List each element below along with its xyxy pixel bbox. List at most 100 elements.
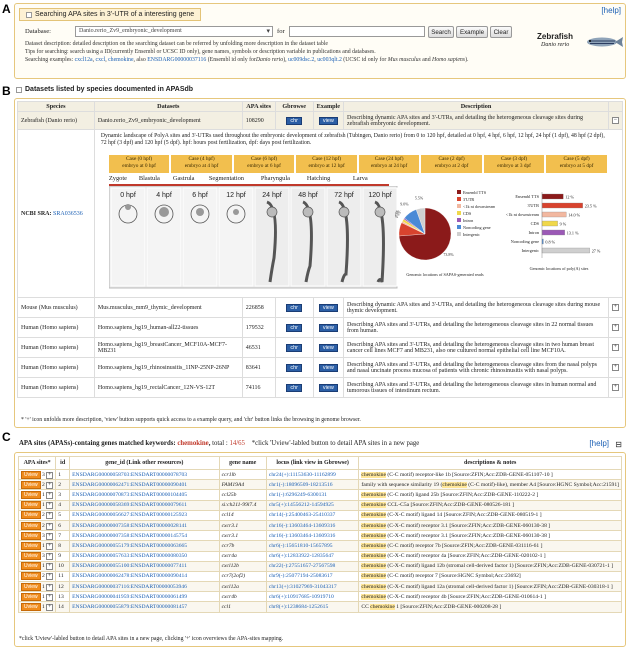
case-cell[interactable]: Case (12 hpf) embryo at 12 hpf [296, 155, 357, 173]
gene-id-link[interactable]: ENSDARG00000062478:ENSDART00000090414 [72, 573, 187, 579]
gene-id-link[interactable]: ENSDARG00000056627:ENSDART00000125923 [72, 512, 187, 518]
locus-link[interactable]: chr13(+):31027969-31043317 [269, 584, 337, 590]
uview-button[interactable]: Uview [21, 552, 41, 561]
example-link-cxcl[interactable]: cxcl [96, 57, 106, 63]
locus-link[interactable]: chr1(-):6296249-6300131 [269, 492, 327, 498]
uview-button[interactable]: Uview [21, 572, 41, 581]
expand-icon[interactable]: + [46, 532, 54, 540]
expand-icon[interactable]: + [611, 324, 619, 331]
expand-icon[interactable]: + [46, 563, 54, 571]
gene-id-link[interactable]: ENSDARG00000058703:ENSDART00000078703 [72, 472, 187, 478]
case-cell[interactable]: Case (6 hpf) embryo at 6 hpf [233, 155, 295, 173]
collapse-icon[interactable]: − [611, 117, 619, 124]
expand-icon[interactable]: + [611, 344, 619, 351]
zebrafish-logo: Zebrafish Danio rerio [535, 26, 623, 56]
uview-button[interactable]: Uview [21, 541, 41, 550]
locus-link[interactable]: chr16(-):13603464-13609316 [269, 523, 336, 529]
clear-button[interactable]: Clear [490, 26, 512, 38]
help-link[interactable]: [help] [601, 6, 621, 15]
expand-icon[interactable]: + [46, 593, 54, 601]
locus-link[interactable]: chr16(-):13603464-13609316 [269, 533, 336, 539]
locus-link[interactable]: chr8(+):1238684-1252615 [269, 604, 328, 610]
chr-button[interactable]: chr [286, 116, 302, 125]
uview-button[interactable]: Uview [21, 521, 41, 530]
example-button[interactable]: Example [456, 26, 488, 38]
locus-link[interactable]: chr6(+):12833922-12835647 [269, 553, 334, 559]
chr-button[interactable]: chr [286, 303, 302, 312]
expand-icon[interactable]: + [46, 553, 54, 561]
case-cell[interactable]: Case (2 dpf) embryo at 2 dpf [421, 155, 482, 173]
locus-link[interactable]: chr22(-):27551657-27567598 [269, 563, 336, 569]
locus-link[interactable]: chr6(+):10917685-10919710 [269, 594, 334, 600]
uview-button[interactable]: Uview [21, 511, 41, 520]
locus-link[interactable]: chr14(-):25400463-25410337 [269, 512, 336, 518]
gene-id-link[interactable]: ENSDARG00000007358:ENSDART00000145754 [72, 533, 187, 539]
view-button[interactable]: view [318, 363, 338, 372]
gene-name-cell: cxcr4a [218, 550, 267, 562]
search-input[interactable] [289, 26, 425, 37]
gene-id-link[interactable]: ENSDARG00000055879:ENSDART00000081457 [72, 604, 187, 610]
locus-link[interactable]: chr5(+):14556212-14594925 [269, 502, 334, 508]
expand-icon[interactable]: + [46, 583, 54, 591]
view-button[interactable]: view [318, 323, 338, 332]
gene-id-link[interactable]: ENSDARG00000037116:ENSDART00000053946 [72, 584, 187, 590]
example-link-chemokine[interactable]: chemokine [108, 57, 133, 63]
expand-icon[interactable]: + [46, 481, 54, 489]
expand-icon[interactable]: + [46, 522, 54, 530]
expand-icon[interactable]: + [46, 573, 54, 581]
gene-id-link[interactable]: ENSDARG00000007358:ENSDART00000028141 [72, 523, 187, 529]
example-link-cxcl12a[interactable]: cxcl12a [75, 57, 93, 63]
gene-id-link[interactable]: ENSDARG00000062471:ENSDART00000090401 [72, 482, 187, 488]
chr-button[interactable]: chr [286, 323, 302, 332]
collapse-panel-icon[interactable]: ⊟ [615, 440, 622, 449]
view-button[interactable]: view [318, 383, 338, 392]
results-help-link[interactable]: [help] [589, 439, 609, 448]
expand-icon[interactable]: + [46, 542, 54, 550]
uview-button[interactable]: Uview [21, 501, 41, 510]
example-link-uc003qlt[interactable]: uc003qlt.2 [317, 57, 342, 63]
case-cell[interactable]: Case (0 hpf) embryo at 0 hpf [108, 155, 170, 173]
uview-button[interactable]: Uview [21, 480, 41, 489]
expand-icon[interactable]: + [46, 502, 54, 510]
example-link-uc009dsc[interactable]: uc009dsc.2 [288, 57, 314, 63]
database-select[interactable]: Danio.rerio_Zv9_embryonic_development ▾ [75, 26, 273, 37]
search-button[interactable]: Search [428, 26, 454, 38]
uview-button[interactable]: Uview [21, 592, 41, 601]
gene-id-link[interactable]: ENSDARG00000041959:ENSDART00000061499 [72, 594, 187, 600]
expand-icon[interactable]: + [611, 384, 619, 391]
uview-button[interactable]: Uview [21, 531, 41, 540]
uview-button[interactable]: Uview [21, 603, 41, 612]
expand-icon[interactable]: + [46, 604, 54, 612]
chr-button[interactable]: chr [286, 363, 302, 372]
example-link-ensdarg[interactable]: ENSDARG00000037116 [147, 57, 206, 63]
locus-link[interactable]: chr9(-):25077194-25083617 [269, 573, 333, 579]
gene-id-link[interactable]: ENSDARG00000055179:ENSDART00000063665 [72, 543, 187, 549]
gene-id-link[interactable]: ENSDARG00000057633:ENSDART00000080350 [72, 553, 187, 559]
gene-id-link[interactable]: ENSDARG00000055100:ENSDART00000077411 [72, 563, 187, 569]
view-button[interactable]: view [318, 343, 338, 352]
uview-button[interactable]: Uview [21, 582, 41, 591]
locus-link[interactable]: chr6(-):15651810-15657895 [269, 543, 333, 549]
locus-link[interactable]: chr1(-):18096509-18213516 [269, 482, 333, 488]
expand-icon[interactable]: + [46, 471, 54, 479]
gene-id-link[interactable]: ENSDARG00000058369:ENSDART00000079611 [72, 502, 187, 508]
ncbi-link[interactable]: SRA036536 [53, 211, 83, 217]
view-button[interactable]: view [318, 116, 338, 125]
desc-post: (C-X-C motif) ligand 12a (stromal cell-d… [385, 583, 613, 590]
view-button[interactable]: view [318, 303, 338, 312]
expand-icon[interactable]: + [46, 491, 54, 499]
locus-link[interactable]: chr24(+):11153630-11162899 [269, 472, 336, 478]
case-cell[interactable]: Case (3 dpf) embryo at 3 dpf [483, 155, 545, 173]
expand-icon[interactable]: + [611, 304, 619, 311]
expand-icon[interactable]: + [611, 364, 619, 371]
chr-button[interactable]: chr [286, 383, 302, 392]
case-cell[interactable]: Case (24 hpf) embryo at 24 hpf [358, 155, 420, 173]
expand-icon[interactable]: + [46, 512, 54, 520]
case-cell[interactable]: Case (4 hpf) embryo at 4 hpf [171, 155, 232, 173]
uview-button[interactable]: Uview [21, 490, 41, 499]
case-cell[interactable]: Case (5 dpf) embryo at 5 dpf [546, 155, 607, 173]
uview-button[interactable]: Uview [21, 562, 41, 571]
gene-id-link[interactable]: ENSDARG00000070873:ENSDART00000104405 [72, 492, 187, 498]
uview-button[interactable]: Uview [21, 470, 41, 479]
chr-button[interactable]: chr [286, 343, 302, 352]
